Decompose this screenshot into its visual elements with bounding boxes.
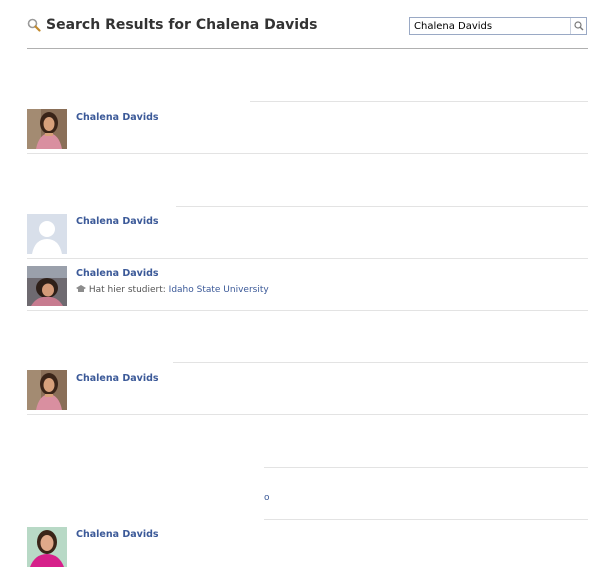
education-label: Hat hier studiert: bbox=[88, 285, 166, 295]
text-fragment: o bbox=[264, 493, 270, 503]
school-link[interactable]: Idaho State University bbox=[169, 285, 269, 295]
education-line: Hat hier studiert: Idaho State Universit… bbox=[76, 285, 269, 295]
result-divider bbox=[173, 362, 588, 363]
result-divider bbox=[27, 153, 588, 154]
search-input[interactable] bbox=[410, 18, 570, 34]
result-name-link[interactable]: Chalena Davids bbox=[76, 112, 159, 123]
avatar[interactable] bbox=[27, 370, 67, 410]
default-avatar-icon[interactable] bbox=[27, 214, 67, 254]
header-divider bbox=[27, 48, 588, 49]
avatar[interactable] bbox=[27, 527, 67, 567]
search-icon bbox=[27, 18, 41, 32]
search-box bbox=[409, 17, 587, 35]
result-divider bbox=[264, 467, 588, 468]
result-divider bbox=[264, 519, 588, 520]
result-name-link[interactable]: Chalena Davids bbox=[76, 268, 159, 279]
avatar[interactable] bbox=[27, 109, 67, 149]
result-name-link[interactable]: Chalena Davids bbox=[76, 373, 159, 384]
result-name-link[interactable]: Chalena Davids bbox=[76, 529, 159, 540]
avatar[interactable] bbox=[27, 266, 67, 306]
result-divider bbox=[250, 101, 588, 102]
search-button[interactable] bbox=[570, 18, 586, 34]
result-name-link[interactable]: Chalena Davids bbox=[76, 216, 159, 227]
search-icon bbox=[573, 21, 583, 31]
school-icon bbox=[76, 285, 86, 292]
result-divider bbox=[27, 258, 588, 259]
result-divider bbox=[27, 310, 588, 311]
result-divider bbox=[27, 414, 588, 415]
page-title: Search Results for Chalena Davids bbox=[46, 17, 318, 33]
result-divider bbox=[176, 206, 588, 207]
